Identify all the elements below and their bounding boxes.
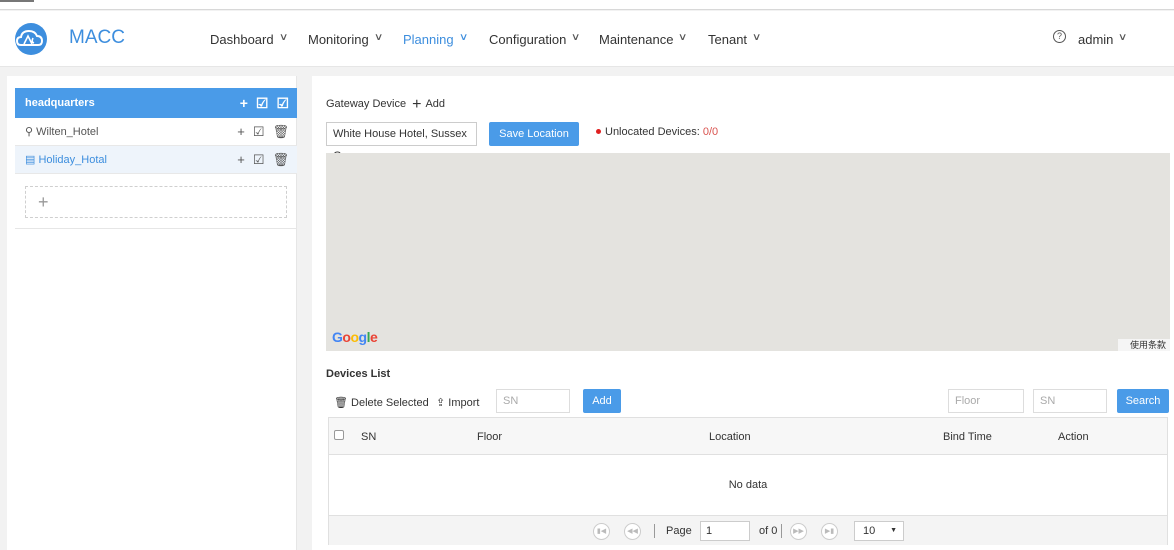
nav-configuration-label: Configuration (489, 32, 567, 47)
unlocated-count[interactable]: 0/0 (703, 126, 718, 138)
user-name: admin (1078, 32, 1114, 47)
chevron-down-icon: ∨ (278, 32, 289, 43)
trash-icon[interactable]: 🗑 (272, 146, 289, 174)
nav-configuration[interactable]: Configuration ∨ (489, 32, 581, 47)
gateway-add-link[interactable]: Add (425, 98, 445, 110)
user-menu[interactable]: admin ∨ (1078, 32, 1128, 47)
prev-page-icon[interactable]: ◀◀ (624, 523, 641, 540)
edit-icon[interactable]: ☑ (256, 88, 269, 118)
chevron-down-icon: ∨ (458, 32, 469, 43)
add-location-box[interactable]: + (25, 186, 287, 218)
location-tree: headquarters + ☑ ☑ ⚲ Wilten_Hotel + ☑ 🗑 … (15, 88, 297, 174)
nav-maintenance[interactable]: Maintenance ∨ (599, 32, 688, 47)
tree-node-headquarters[interactable]: headquarters + ☑ ☑ (15, 88, 297, 118)
unlocated-label: Unlocated Devices: (605, 126, 700, 138)
gateway-label: Gateway Device (326, 98, 407, 110)
devices-list-title: Devices List (326, 368, 391, 380)
table-header: SN Floor Location Bind Time Action (329, 418, 1167, 455)
devices-table: SN Floor Location Bind Time Action No da… (328, 417, 1168, 545)
pagination: ▮◀ ◀◀ Page 1 of 0 ▶▶ ▶▮ 10 ▼ (329, 515, 1167, 545)
unlocated-devices: Unlocated Devices: 0/0 (596, 126, 718, 138)
top-strip-mark (0, 0, 34, 2)
map-view[interactable]: Google 使用条款 (326, 153, 1170, 351)
help-icon[interactable]: ? (1053, 30, 1066, 43)
next-page-icon[interactable]: ▶▶ (790, 523, 807, 540)
tree-node-holiday-hotal[interactable]: ▤ Holiday_Hotal + ☑ 🗑 (15, 146, 297, 174)
chevron-down-icon: ∨ (678, 32, 688, 43)
chevron-down-icon: ∨ (373, 32, 384, 43)
plus-icon[interactable]: + (237, 146, 245, 174)
cloud-logo-icon (15, 23, 47, 55)
tree-divider (15, 228, 297, 229)
column-floor: Floor (477, 431, 503, 443)
first-page-icon[interactable]: ▮◀ (593, 523, 610, 540)
app-name: MACC (69, 27, 125, 48)
nav-monitoring[interactable]: Monitoring ∨ (308, 32, 384, 47)
save-location-button[interactable]: Save Location (489, 122, 579, 146)
floor-filter-input[interactable]: Floor (948, 389, 1024, 413)
location-pin-icon: ⚲ (25, 126, 34, 138)
add-device-button[interactable]: Add (583, 389, 621, 413)
tree-node-wilten-hotel[interactable]: ⚲ Wilten_Hotel + ☑ 🗑 (15, 118, 297, 146)
import-icon: ⇪ (436, 397, 446, 409)
sn-filter-input[interactable]: SN (1033, 389, 1107, 413)
location-input[interactable]: White House Hotel, Sussex G (326, 122, 477, 162)
import-label: Import (448, 397, 480, 409)
chevron-down-icon: ∨ (1118, 32, 1128, 43)
select-all-checkbox[interactable] (334, 430, 344, 440)
nav-dashboard-label: Dashboard (210, 32, 274, 47)
nav-monitoring-label: Monitoring (308, 32, 369, 47)
status-dot-icon (596, 129, 601, 134)
tree-node-label: headquarters (25, 97, 95, 109)
map-terms-link[interactable]: 使用条款 (1118, 339, 1170, 351)
page-total: of 0 (759, 525, 778, 537)
delete-selected-button[interactable]: 🗑 Delete Selected (334, 396, 429, 409)
plus-icon[interactable]: + (240, 88, 248, 118)
page-size-select[interactable]: 10 ▼ (854, 521, 904, 541)
pager-divider (654, 524, 655, 538)
trash-icon: 🗑 (334, 397, 348, 409)
gateway-device-header: Gateway Device + Add (326, 96, 445, 114)
chevron-down-icon: ∨ (571, 32, 581, 43)
sidebar: headquarters + ☑ ☑ ⚲ Wilten_Hotel + ☑ 🗑 … (7, 76, 297, 550)
column-bind-time: Bind Time (943, 431, 992, 443)
google-logo: Google (332, 329, 378, 345)
nav-planning[interactable]: Planning ∨ (403, 32, 469, 47)
page-size-value: 10 (863, 525, 876, 537)
plus-icon[interactable]: + (237, 118, 245, 146)
import-button[interactable]: ⇪ Import (436, 396, 479, 409)
sn-input[interactable]: SN (496, 389, 570, 413)
nav-dashboard[interactable]: Dashboard ∨ (210, 32, 289, 47)
main-panel: Gateway Device + Add White House Hotel, Su… (312, 76, 1174, 550)
page-label: Page (666, 525, 692, 537)
plus-icon[interactable]: + (412, 96, 421, 113)
tree-node-label: Wilten_Hotel (36, 126, 99, 138)
checkbox-icon[interactable]: ☑ (276, 88, 289, 118)
search-button[interactable]: Search (1117, 389, 1169, 413)
window-top-strip (0, 0, 1174, 10)
nav-maintenance-label: Maintenance (599, 32, 674, 47)
nav-tenant[interactable]: Tenant ∨ (708, 32, 762, 47)
last-page-icon[interactable]: ▶▮ (821, 523, 838, 540)
chevron-down-icon: ∨ (751, 32, 762, 43)
column-location: Location (709, 431, 751, 443)
edit-icon[interactable]: ☑ (253, 118, 265, 146)
tree-node-label: Holiday_Hotal (38, 154, 107, 166)
nav-planning-label: Planning (403, 32, 454, 47)
pager-divider (781, 524, 782, 538)
plus-icon: + (38, 192, 49, 212)
delete-selected-label: Delete Selected (351, 397, 429, 409)
edit-icon[interactable]: ☑ (253, 146, 265, 174)
column-action: Action (1058, 431, 1089, 443)
nav-tenant-label: Tenant (708, 32, 748, 47)
building-icon: ▤ (25, 154, 36, 166)
page-input[interactable]: 1 (700, 521, 750, 541)
trash-icon[interactable]: 🗑 (272, 118, 289, 146)
top-navbar: MACC Dashboard ∨ Monitoring ∨ Planning ∨ Co… (0, 11, 1174, 67)
column-sn: SN (361, 431, 377, 443)
empty-state: No data (728, 479, 768, 491)
caret-down-icon: ▼ (890, 527, 897, 534)
